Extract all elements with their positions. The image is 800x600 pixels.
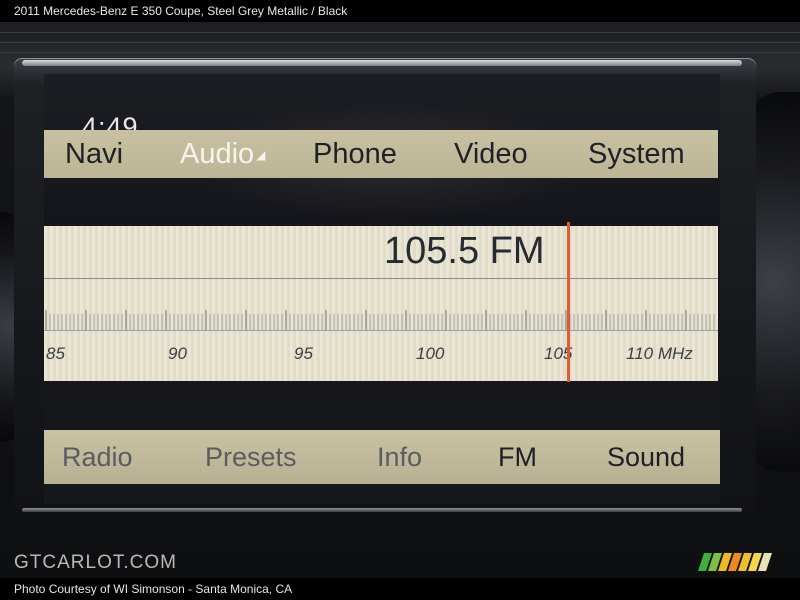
tuner-divider: [44, 278, 718, 279]
bezel-chrome-trim: [22, 60, 742, 66]
submenu-item-fm[interactable]: FM: [498, 430, 537, 484]
submenu-item-sound[interactable]: Sound: [607, 430, 685, 484]
menu-item-label: Navi: [65, 138, 124, 170]
submenu-item-presets[interactable]: Presets: [205, 430, 297, 484]
radio-tuner-panel[interactable]: [44, 226, 718, 381]
frequency-scale-baseline: [44, 330, 718, 331]
scale-label: 95: [294, 344, 313, 363]
submenu-item-info[interactable]: Info: [377, 430, 422, 484]
menu-item-label: Audio: [180, 138, 255, 170]
menu-item-phone[interactable]: Phone: [313, 130, 397, 178]
site-watermark: GTCARLOT.COM: [14, 552, 177, 573]
frequency-display: 105.5 FM: [384, 230, 545, 272]
submenu-item-label: Sound: [607, 442, 686, 472]
submenu-item-label: FM: [498, 442, 537, 472]
menu-item-label: Phone: [313, 138, 397, 170]
photo-caption: 2011 Mercedes-Benz E 350 Coupe, Steel Gr…: [0, 0, 800, 22]
bezel-chrome-trim: [22, 508, 742, 512]
submenu-item-label: Info: [377, 442, 423, 472]
photo-credit: Photo Courtesy of WI Simonson - Santa Mo…: [0, 578, 800, 600]
vent-line: [0, 52, 800, 53]
menu-item-system[interactable]: System: [588, 130, 685, 178]
scale-label: 100: [416, 344, 445, 363]
vent-line: [0, 32, 800, 33]
submenu-item-label: Presets: [205, 442, 297, 472]
site-logo-icon: [698, 553, 772, 571]
right-control-knob: [750, 92, 800, 472]
menu-item-label: System: [588, 138, 685, 170]
scale-label: 85: [46, 344, 65, 363]
menu-item-audio[interactable]: Audio ◢: [180, 130, 265, 178]
menu-item-navi[interactable]: Navi: [65, 130, 123, 178]
submenu-item-radio[interactable]: Radio: [62, 430, 133, 484]
active-caret-icon: ◢: [256, 148, 266, 163]
menu-item-video[interactable]: Video: [454, 130, 528, 178]
vent-line: [0, 42, 800, 43]
scale-label: 110 MHz: [626, 344, 693, 363]
sub-menu-bar: Radio Presets Info FM Sound: [44, 430, 720, 484]
scale-label: 90: [168, 344, 187, 363]
main-menu-bar: Navi Audio ◢ Phone Video System: [44, 130, 718, 178]
frequency-scale-ticks: [45, 310, 715, 330]
menu-item-label: Video: [454, 138, 528, 170]
submenu-item-label: Radio: [62, 442, 133, 472]
tuner-needle[interactable]: [567, 222, 571, 382]
